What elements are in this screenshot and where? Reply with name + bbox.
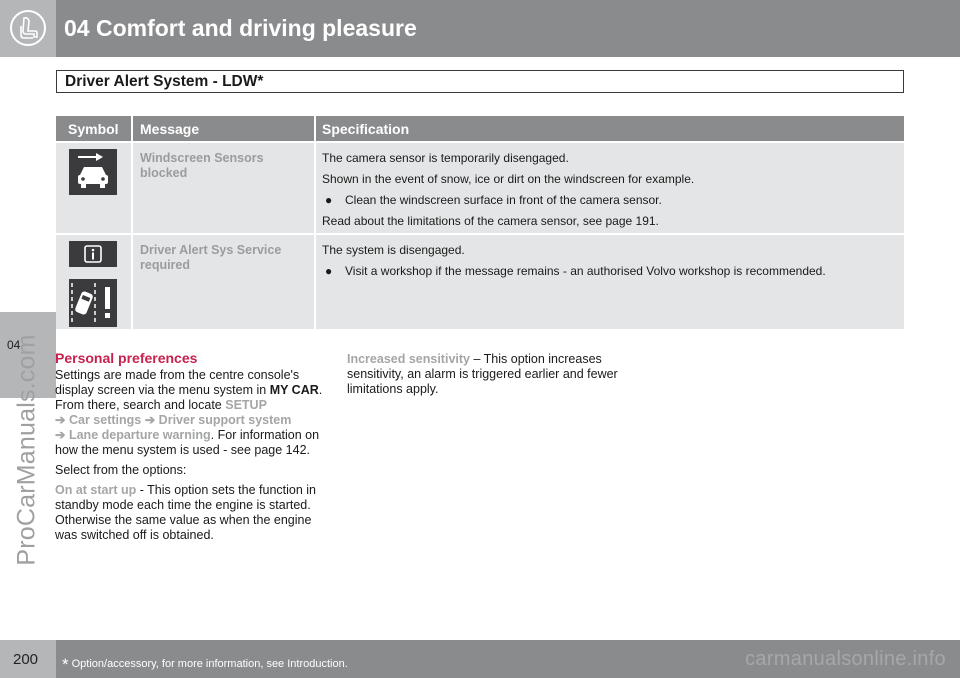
page-header: 04 Comfort and driving pleasure <box>0 0 960 57</box>
spec-bullet: ● Visit a workshop if the message remains… <box>325 264 826 278</box>
column-divider <box>131 143 133 233</box>
info-icon <box>69 241 117 267</box>
spec-line: The camera sensor is temporarily disenga… <box>322 151 569 165</box>
option-increased-sensitivity: Increased sensitivity – This option incr… <box>347 352 618 396</box>
chapter-title: 04 Comfort and driving pleasure <box>64 15 417 41</box>
table-row: Windscreen Sensors blocked The camera se… <box>56 143 904 233</box>
page-number-box: 200 <box>0 640 56 678</box>
footer-watermark: carmanualsonline.info <box>745 648 946 670</box>
option-on-at-start-up: On at start up - This option sets the fu… <box>55 483 316 542</box>
message-text: Windscreen Sensors blocked <box>140 151 264 180</box>
table-header: Symbol Message Specification <box>56 116 904 141</box>
personal-preferences: Personal preferences Settings are made f… <box>55 351 323 548</box>
camera-blocked-car-icon <box>69 149 117 195</box>
column-divider <box>314 143 316 233</box>
settings-paragraph: Settings are made from the centre consol… <box>55 368 323 457</box>
spec-bullet: ● Clean the windscreen surface in front o… <box>325 193 662 207</box>
page-footer: 200 * Option/accessory, for more informat… <box>0 640 960 678</box>
arrow-right-icon: ➔ <box>55 428 66 442</box>
header-divider <box>314 116 316 141</box>
personal-preferences-heading: Personal preferences <box>55 350 198 366</box>
spec-line: Shown in the event of snow, ice or dirt … <box>322 172 695 186</box>
section-title: Driver Alert System - LDW* <box>65 73 264 90</box>
options-intro: Select from the options: <box>55 463 187 477</box>
lane-warning-icon <box>69 279 117 327</box>
message-text: Driver Alert Sys Service required <box>140 243 282 272</box>
my-car-label: MY CAR <box>269 383 319 397</box>
menu-path-setup: SETUP <box>225 398 267 412</box>
spec-line: The system is disengaged. <box>322 243 465 257</box>
table-row: Driver Alert Sys Service required The sy… <box>56 235 904 329</box>
column-divider <box>131 235 133 329</box>
header-icon-box <box>0 0 56 57</box>
seat-icon <box>10 10 46 46</box>
arrow-right-icon: ➔ <box>144 413 156 427</box>
header-specification: Specification <box>322 121 410 137</box>
side-watermark: ProCarManuals.com <box>12 334 41 566</box>
column-divider <box>314 235 316 329</box>
page-number: 200 <box>13 651 39 668</box>
header-symbol: Symbol <box>68 121 119 137</box>
specification-text: The system is disengaged. ● Visit a works… <box>322 243 897 285</box>
arrow-right-icon: ➔ <box>55 413 66 427</box>
header-message: Message <box>140 121 200 137</box>
specification-text: The camera sensor is temporarily disenga… <box>322 151 897 235</box>
menu-path-driver-support: Driver support system <box>158 413 292 427</box>
option-label: On at start up <box>55 483 137 497</box>
header-divider <box>131 116 133 141</box>
messages-table: Symbol Message Specification Windscreen … <box>56 116 904 329</box>
footnote: * Option/accessory, for more information,… <box>62 655 348 674</box>
spec-line: Read about the limitations of the camera… <box>322 214 659 228</box>
menu-path-car-settings: Car settings <box>68 413 142 427</box>
option-label: Increased sensitivity <box>347 352 470 366</box>
section-title-box: Driver Alert System - LDW* <box>56 70 904 93</box>
menu-path-lane-departure: Lane departure warning <box>68 428 211 442</box>
